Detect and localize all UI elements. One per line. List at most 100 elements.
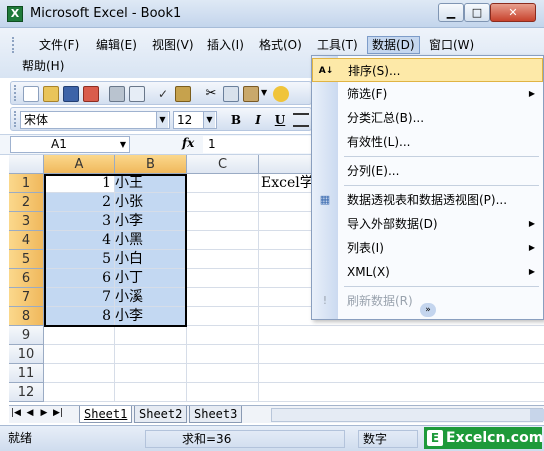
data-menu-item[interactable]: 导入外部数据(D) ▶ xyxy=(312,212,543,236)
row-header[interactable]: 6 xyxy=(9,269,44,288)
row-header[interactable]: 10 xyxy=(9,345,44,364)
data-menu-item[interactable]: 分类汇总(B)... xyxy=(312,106,543,130)
cell[interactable]: 8 xyxy=(44,307,115,326)
cell[interactable]: 4 xyxy=(44,231,115,250)
cell[interactable] xyxy=(115,383,187,402)
chevron-down-icon[interactable]: ▼ xyxy=(117,137,129,152)
menu-tools[interactable]: 工具(T) xyxy=(313,36,362,54)
data-menu-item[interactable]: XML(X) ▶ xyxy=(312,260,543,284)
menu-view[interactable]: 视图(V) xyxy=(148,36,198,54)
cell[interactable]: 小丁 xyxy=(115,269,187,288)
cell[interactable]: 5 xyxy=(44,250,115,269)
data-menu-item[interactable]: 分列(E)... xyxy=(312,159,543,183)
first-sheet-icon[interactable]: |◀ xyxy=(11,408,21,418)
cell[interactable] xyxy=(187,269,259,288)
next-sheet-icon[interactable]: ▶ xyxy=(39,408,49,418)
insert-function-icon[interactable]: fx xyxy=(182,136,194,150)
cell[interactable] xyxy=(187,174,259,193)
chevron-down-icon[interactable]: ▼ xyxy=(156,112,168,128)
cell[interactable] xyxy=(187,307,259,326)
cell[interactable] xyxy=(187,193,259,212)
close-button[interactable]: ✕ xyxy=(490,3,536,22)
column-header-c[interactable]: C xyxy=(187,155,259,174)
align-left-icon[interactable] xyxy=(293,113,309,127)
research-icon[interactable] xyxy=(175,86,191,102)
italic-button[interactable]: I xyxy=(249,111,267,129)
menu-file[interactable]: 文件(F) xyxy=(35,36,83,54)
cell[interactable]: 7 xyxy=(44,288,115,307)
menu-data[interactable]: 数据(D) xyxy=(367,36,420,54)
paste-options-arrow-icon[interactable]: ▼ xyxy=(261,88,267,97)
new-document-icon[interactable] xyxy=(23,86,39,102)
cell[interactable] xyxy=(187,326,259,345)
data-menu-item[interactable]: 有效性(L)... xyxy=(312,130,543,154)
format-painter-icon[interactable] xyxy=(273,86,289,102)
prev-sheet-icon[interactable]: ◀ xyxy=(25,408,35,418)
cell[interactable] xyxy=(259,345,544,364)
sheet-tab-2[interactable]: Sheet2 xyxy=(134,406,188,423)
cell[interactable] xyxy=(259,383,544,402)
spelling-icon[interactable]: ✓ xyxy=(155,86,171,102)
data-menu-item[interactable]: ▦ 数据透视表和数据透视图(P)... xyxy=(312,188,543,212)
cell[interactable]: 1 xyxy=(44,174,115,193)
menubar-grip[interactable] xyxy=(12,37,15,53)
row-header[interactable]: 8 xyxy=(9,307,44,326)
cell[interactable] xyxy=(115,345,187,364)
menu-format[interactable]: 格式(O) xyxy=(255,36,306,54)
print-preview-icon[interactable] xyxy=(129,86,145,102)
sheet-tab-3[interactable]: Sheet3 xyxy=(189,406,243,423)
cell[interactable] xyxy=(187,231,259,250)
cell[interactable] xyxy=(259,326,544,345)
row-header[interactable]: 1 xyxy=(9,174,44,193)
row-header[interactable]: 7 xyxy=(9,288,44,307)
maximize-button[interactable]: □ xyxy=(464,3,490,22)
formula-input[interactable]: 1 xyxy=(203,136,313,153)
select-all-corner[interactable] xyxy=(9,155,44,174)
save-icon[interactable] xyxy=(63,86,79,102)
cell[interactable]: 2 xyxy=(44,193,115,212)
open-folder-icon[interactable] xyxy=(43,86,59,102)
menu-window[interactable]: 窗口(W) xyxy=(425,36,478,54)
row-header[interactable]: 4 xyxy=(9,231,44,250)
cell[interactable] xyxy=(115,364,187,383)
name-box[interactable]: A1 xyxy=(10,136,130,153)
cell[interactable] xyxy=(44,383,115,402)
sheet-tab-1[interactable]: Sheet1 xyxy=(79,406,133,423)
cell[interactable] xyxy=(187,212,259,231)
cell[interactable] xyxy=(187,288,259,307)
cell[interactable]: 小张 xyxy=(115,193,187,212)
cell[interactable]: 6 xyxy=(44,269,115,288)
cell[interactable]: 小白 xyxy=(115,250,187,269)
menu-help[interactable]: 帮助(H) xyxy=(22,57,64,75)
cell[interactable]: 3 xyxy=(44,212,115,231)
data-menu-item[interactable]: 列表(I) ▶ xyxy=(312,236,543,260)
cell[interactable]: 小王 xyxy=(115,174,187,193)
cell[interactable] xyxy=(115,326,187,345)
row-header[interactable]: 12 xyxy=(9,383,44,402)
row-header[interactable]: 9 xyxy=(9,326,44,345)
row-header[interactable]: 5 xyxy=(9,250,44,269)
data-menu-item[interactable]: 筛选(F) ▶ xyxy=(312,82,543,106)
cell[interactable] xyxy=(44,345,115,364)
cell[interactable] xyxy=(44,364,115,383)
toolbar-grip[interactable] xyxy=(14,111,17,127)
toolbar-grip[interactable] xyxy=(14,85,17,101)
row-header[interactable]: 3 xyxy=(9,212,44,231)
menu-insert[interactable]: 插入(I) xyxy=(203,36,248,54)
font-size-select[interactable]: 12 ▼ xyxy=(173,111,217,129)
cell[interactable] xyxy=(259,364,544,383)
cell[interactable]: 小溪 xyxy=(115,288,187,307)
cell[interactable] xyxy=(187,383,259,402)
scroll-right-button[interactable] xyxy=(530,409,544,421)
font-name-select[interactable]: 宋体 ▼ xyxy=(20,111,170,129)
paste-icon[interactable] xyxy=(243,86,259,102)
row-header[interactable]: 2 xyxy=(9,193,44,212)
bold-button[interactable]: B xyxy=(227,111,245,129)
data-menu-item[interactable]: A↓ 排序(S)... xyxy=(312,58,543,82)
column-header-a[interactable]: A xyxy=(44,155,115,174)
minimize-button[interactable]: ▁ xyxy=(438,3,464,22)
horizontal-scrollbar[interactable] xyxy=(271,408,544,422)
cell[interactable]: 小李 xyxy=(115,307,187,326)
menu-edit[interactable]: 编辑(E) xyxy=(92,36,141,54)
cell[interactable] xyxy=(187,250,259,269)
